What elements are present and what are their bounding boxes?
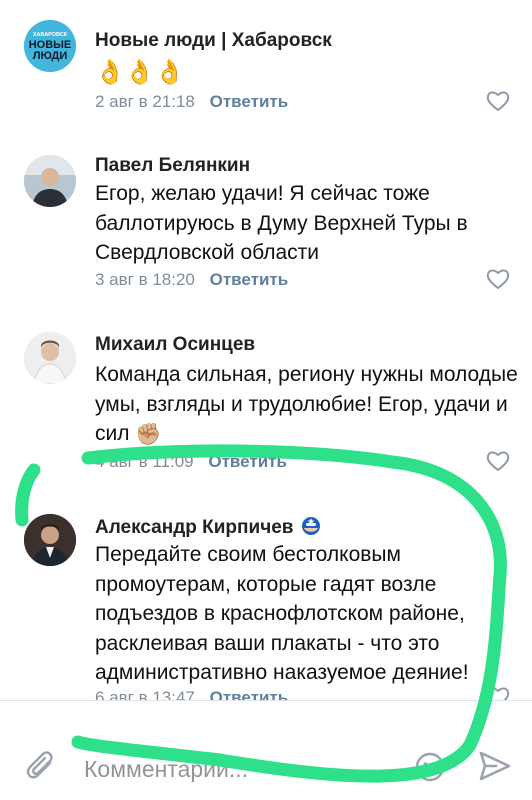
logo-line-1: ХАБАРОВСК (33, 32, 68, 38)
reply-button[interactable]: Ответить (208, 452, 287, 471)
comments-screen: ХАБАРОВСК НОВЫЕ ЛЮДИ Новые люди | Хабаро… (0, 0, 532, 800)
comment-meta: 4 авг в 11:09 Ответить (95, 452, 287, 472)
comment-meta: 2 авг в 21:18 Ответить (95, 92, 288, 112)
fist-emoji: ✊🏼 (135, 422, 162, 446)
user-photo (24, 514, 76, 566)
comment-composer (0, 701, 532, 800)
user-photo (24, 332, 76, 384)
avatar[interactable] (24, 332, 76, 384)
avatar[interactable]: ХАБАРОВСК НОВЫЕ ЛЮДИ (24, 20, 76, 72)
comment-text: 👌👌👌 (95, 59, 185, 86)
comment-author[interactable]: Павел Белянкин (95, 155, 250, 177)
comment-date: 2 авг в 21:18 (95, 92, 195, 111)
send-arrow-icon[interactable] (478, 749, 512, 783)
comment-item: Михаил Осинцев Команда сильная, региону … (0, 320, 532, 480)
comment-item: Павел Белянкин Егор, желаю удачи! Я сейч… (0, 140, 532, 300)
comment-meta: 3 авг в 18:20 Ответить (95, 270, 288, 290)
heart-outline-icon[interactable] (486, 268, 510, 290)
comment-item: Александр Кирпичев Передайте своим бесто… (0, 500, 532, 707)
user-photo (24, 155, 76, 207)
novye-lyudi-logo: ХАБАРОВСК НОВЫЕ ЛЮДИ (24, 20, 76, 72)
paperclip-icon[interactable] (26, 751, 58, 785)
avatar[interactable] (24, 155, 76, 207)
comment-author[interactable]: Михаил Осинцев (95, 334, 255, 356)
comment-date: 3 авг в 18:20 (95, 270, 195, 289)
reply-button[interactable]: Ответить (210, 92, 289, 111)
comment-item: ХАБАРОВСК НОВЫЕ ЛЮДИ Новые люди | Хабаро… (0, 0, 532, 120)
comment-input[interactable] (84, 749, 404, 789)
comment-text: Команда сильная, региону нужны молодые у… (95, 360, 525, 449)
author-name: Александр Кирпичев (95, 517, 294, 538)
captain-america-badge-icon (301, 517, 320, 535)
comment-text: Егор, желаю удачи! Я сейчас тоже баллоти… (95, 182, 468, 264)
heart-outline-icon[interactable] (486, 450, 510, 472)
comment-author[interactable]: Новые люди | Хабаровск (95, 30, 332, 52)
reply-button[interactable]: Ответить (210, 270, 289, 289)
comment-author[interactable]: Александр Кирпичев (95, 516, 321, 539)
comment-text: Передайте своим бестолковым промоутерам,… (95, 543, 469, 684)
heart-outline-icon[interactable] (486, 90, 510, 112)
comment-date: 4 авг в 11:09 (95, 452, 194, 471)
avatar[interactable] (24, 514, 76, 566)
logo-line-3: ЛЮДИ (33, 50, 68, 62)
smile-icon[interactable] (414, 751, 446, 783)
